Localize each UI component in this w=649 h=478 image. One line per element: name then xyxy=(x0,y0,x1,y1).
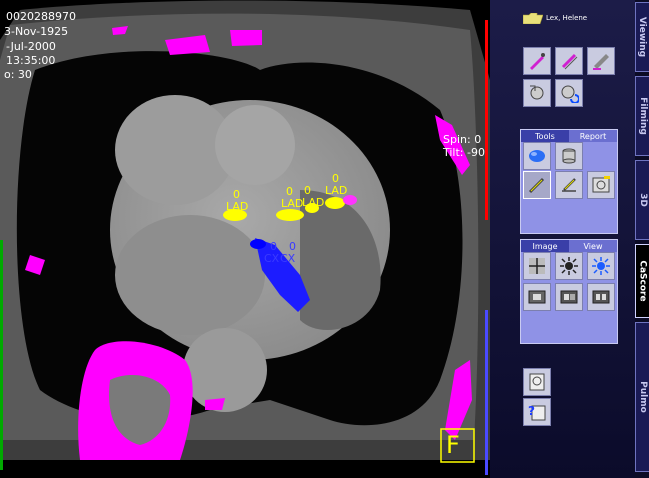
eraser-icon xyxy=(593,54,609,70)
flip-frame-icon xyxy=(592,290,610,304)
angle-pen-icon xyxy=(562,178,576,192)
ct-scan-image xyxy=(0,0,490,478)
reset-view-button[interactable] xyxy=(555,79,583,107)
flip-button[interactable] xyxy=(587,283,615,311)
side-tabs: Viewing Filming 3D CaScore Pulmo xyxy=(635,0,649,478)
lesion-label-lad: LAD xyxy=(325,184,348,197)
lesion-label-cx: CX xyxy=(280,252,296,265)
window-level-button[interactable] xyxy=(555,252,583,280)
lesion-label-lad: LAD xyxy=(302,196,325,209)
blue-blob-icon xyxy=(529,150,545,162)
yellow-pen-icon xyxy=(528,177,545,194)
brightness-button[interactable] xyxy=(587,252,615,280)
crosshair-icon xyxy=(529,258,545,274)
lesion-value: 0 xyxy=(286,185,293,198)
lesion-info-button[interactable] xyxy=(587,171,615,199)
lesion-value: 0 xyxy=(270,240,277,253)
tab-pulmo[interactable]: Pulmo xyxy=(635,322,649,472)
report-preview-button[interactable] xyxy=(523,368,551,396)
lesion-value: 0 xyxy=(304,184,311,197)
tab-tools[interactable]: Tools xyxy=(521,130,569,142)
sun-icon xyxy=(592,257,610,275)
study-time: 13:35:00 xyxy=(6,54,56,67)
undo-head-icon xyxy=(561,85,579,103)
lesion-value: 0 xyxy=(289,240,296,253)
tab-report[interactable]: Report xyxy=(569,130,617,142)
tab-image[interactable]: Image xyxy=(521,240,569,252)
magenta-draw-icon xyxy=(561,53,578,70)
contrast-sun-icon xyxy=(560,257,578,275)
birth-date: 3-Nov-1925 xyxy=(4,25,69,38)
tab-cascore[interactable]: CaScore xyxy=(635,244,649,318)
lesion-color-button[interactable] xyxy=(523,142,551,170)
database-icon xyxy=(562,148,576,164)
draw-roi-button[interactable] xyxy=(555,47,583,75)
series-number: o: 30 xyxy=(4,68,32,81)
spin-label: Spin: 0 xyxy=(443,133,482,146)
tilt-label: Tilt: -90 xyxy=(443,146,485,159)
magenta-pencil-icon xyxy=(530,53,545,70)
lesion-label-cx: CX xyxy=(264,252,280,265)
pan-frame-icon xyxy=(560,290,578,304)
lesion-value: 0 xyxy=(233,188,240,201)
tab-3d[interactable]: 3D xyxy=(635,160,649,240)
crosshair-button[interactable] xyxy=(523,252,551,280)
head-document-icon xyxy=(529,373,545,391)
rotate-head-icon xyxy=(530,85,544,100)
tab-filming[interactable]: Filming xyxy=(635,76,649,156)
zoom-button[interactable] xyxy=(523,283,551,311)
help-button[interactable]: ? xyxy=(523,398,551,426)
tab-viewing[interactable]: Viewing xyxy=(635,2,649,72)
lesion-label-lad: LAD xyxy=(281,197,304,210)
patient-name: Lex, Helene xyxy=(546,14,588,22)
lesion-label-lad: LAD xyxy=(226,200,249,213)
rotate-tool-button[interactable] xyxy=(523,79,551,107)
tab-view[interactable]: View xyxy=(569,240,617,252)
zoom-frame-icon xyxy=(528,290,546,304)
magnify-head-icon xyxy=(592,176,610,193)
patient-id: 0020288970 xyxy=(6,10,76,23)
folder-icon[interactable] xyxy=(523,13,543,24)
pan-button[interactable] xyxy=(555,283,583,311)
lesion-stack-button[interactable] xyxy=(555,142,583,170)
svg-text:?: ? xyxy=(528,404,535,418)
marker-tool-button[interactable] xyxy=(523,171,551,199)
erase-roi-button[interactable] xyxy=(587,47,615,75)
lesion-value: 0 xyxy=(332,172,339,185)
ct-image-viewport[interactable]: 0020288970 3-Nov-1925 -Jul-2000 13:35:00… xyxy=(0,0,490,478)
orientation-marker: F xyxy=(446,431,460,459)
measure-tool-button[interactable] xyxy=(523,47,551,75)
angle-tool-button[interactable] xyxy=(555,171,583,199)
study-date: -Jul-2000 xyxy=(6,40,56,53)
help-icon: ? xyxy=(528,404,546,421)
